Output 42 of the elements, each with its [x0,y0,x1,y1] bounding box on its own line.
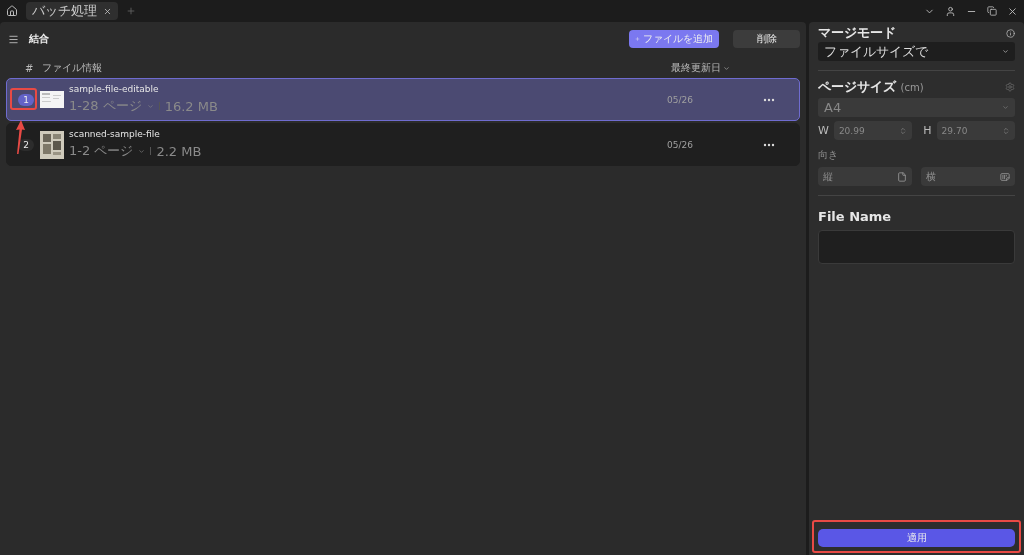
apply-button[interactable]: 適用 [818,529,1015,547]
tab[interactable]: バッチ処理 [26,2,118,20]
panel-title: 結合 [29,32,49,46]
height-label: H [923,124,932,137]
orientation-label: 向き [818,148,839,162]
width-label: W [818,124,829,137]
restore-icon[interactable] [987,6,997,16]
more-icon[interactable] [763,97,775,102]
modified-date: 05/26 [667,139,693,150]
close-icon[interactable] [1007,5,1018,17]
info-icon[interactable] [1006,28,1015,38]
column-header[interactable]: 最終更新日 [671,61,730,75]
landscape-page-icon [1000,171,1010,182]
chevron-down-icon [723,64,730,72]
delete-button[interactable]: 削除 [733,30,800,48]
plus-icon [635,35,640,43]
arrow-annotation [15,120,25,154]
column-header: ファイル情報 [42,61,102,75]
row-number: 1 [18,93,34,106]
file-row[interactable]: 2 scanned-sample-file 1-2 ページ 2.2 MB 05/26 [6,123,800,166]
orientation-option[interactable]: 横 [921,167,1015,186]
portrait-page-icon [897,171,907,182]
chevron-down-icon[interactable] [1002,48,1009,55]
more-icon[interactable] [763,142,775,147]
menu-icon[interactable] [8,33,19,45]
merge-mode-select[interactable]: ファイルサイズで [818,42,1015,61]
file-size: 2.2 MB [156,143,202,159]
file-size: 16.2 MB [164,98,218,114]
page-range[interactable]: 1-2 ページ [69,142,134,160]
column-header: # [25,62,35,74]
home-icon[interactable] [6,5,18,17]
close-icon[interactable] [103,6,112,16]
add-file-button[interactable]: ファイルを追加 [629,30,719,48]
file-name: scanned-sample-file [69,129,161,139]
file-name: sample-file-editable [69,84,160,94]
file-name-label: File Name [818,209,893,224]
section-label: ページサイズ (cm) [818,78,924,96]
section-label: マージモード [818,24,896,42]
orientation-option[interactable]: 縦 [818,167,912,186]
user-icon[interactable] [945,5,956,17]
file-name-field[interactable] [818,230,1015,264]
modified-date: 05/26 [667,94,693,105]
